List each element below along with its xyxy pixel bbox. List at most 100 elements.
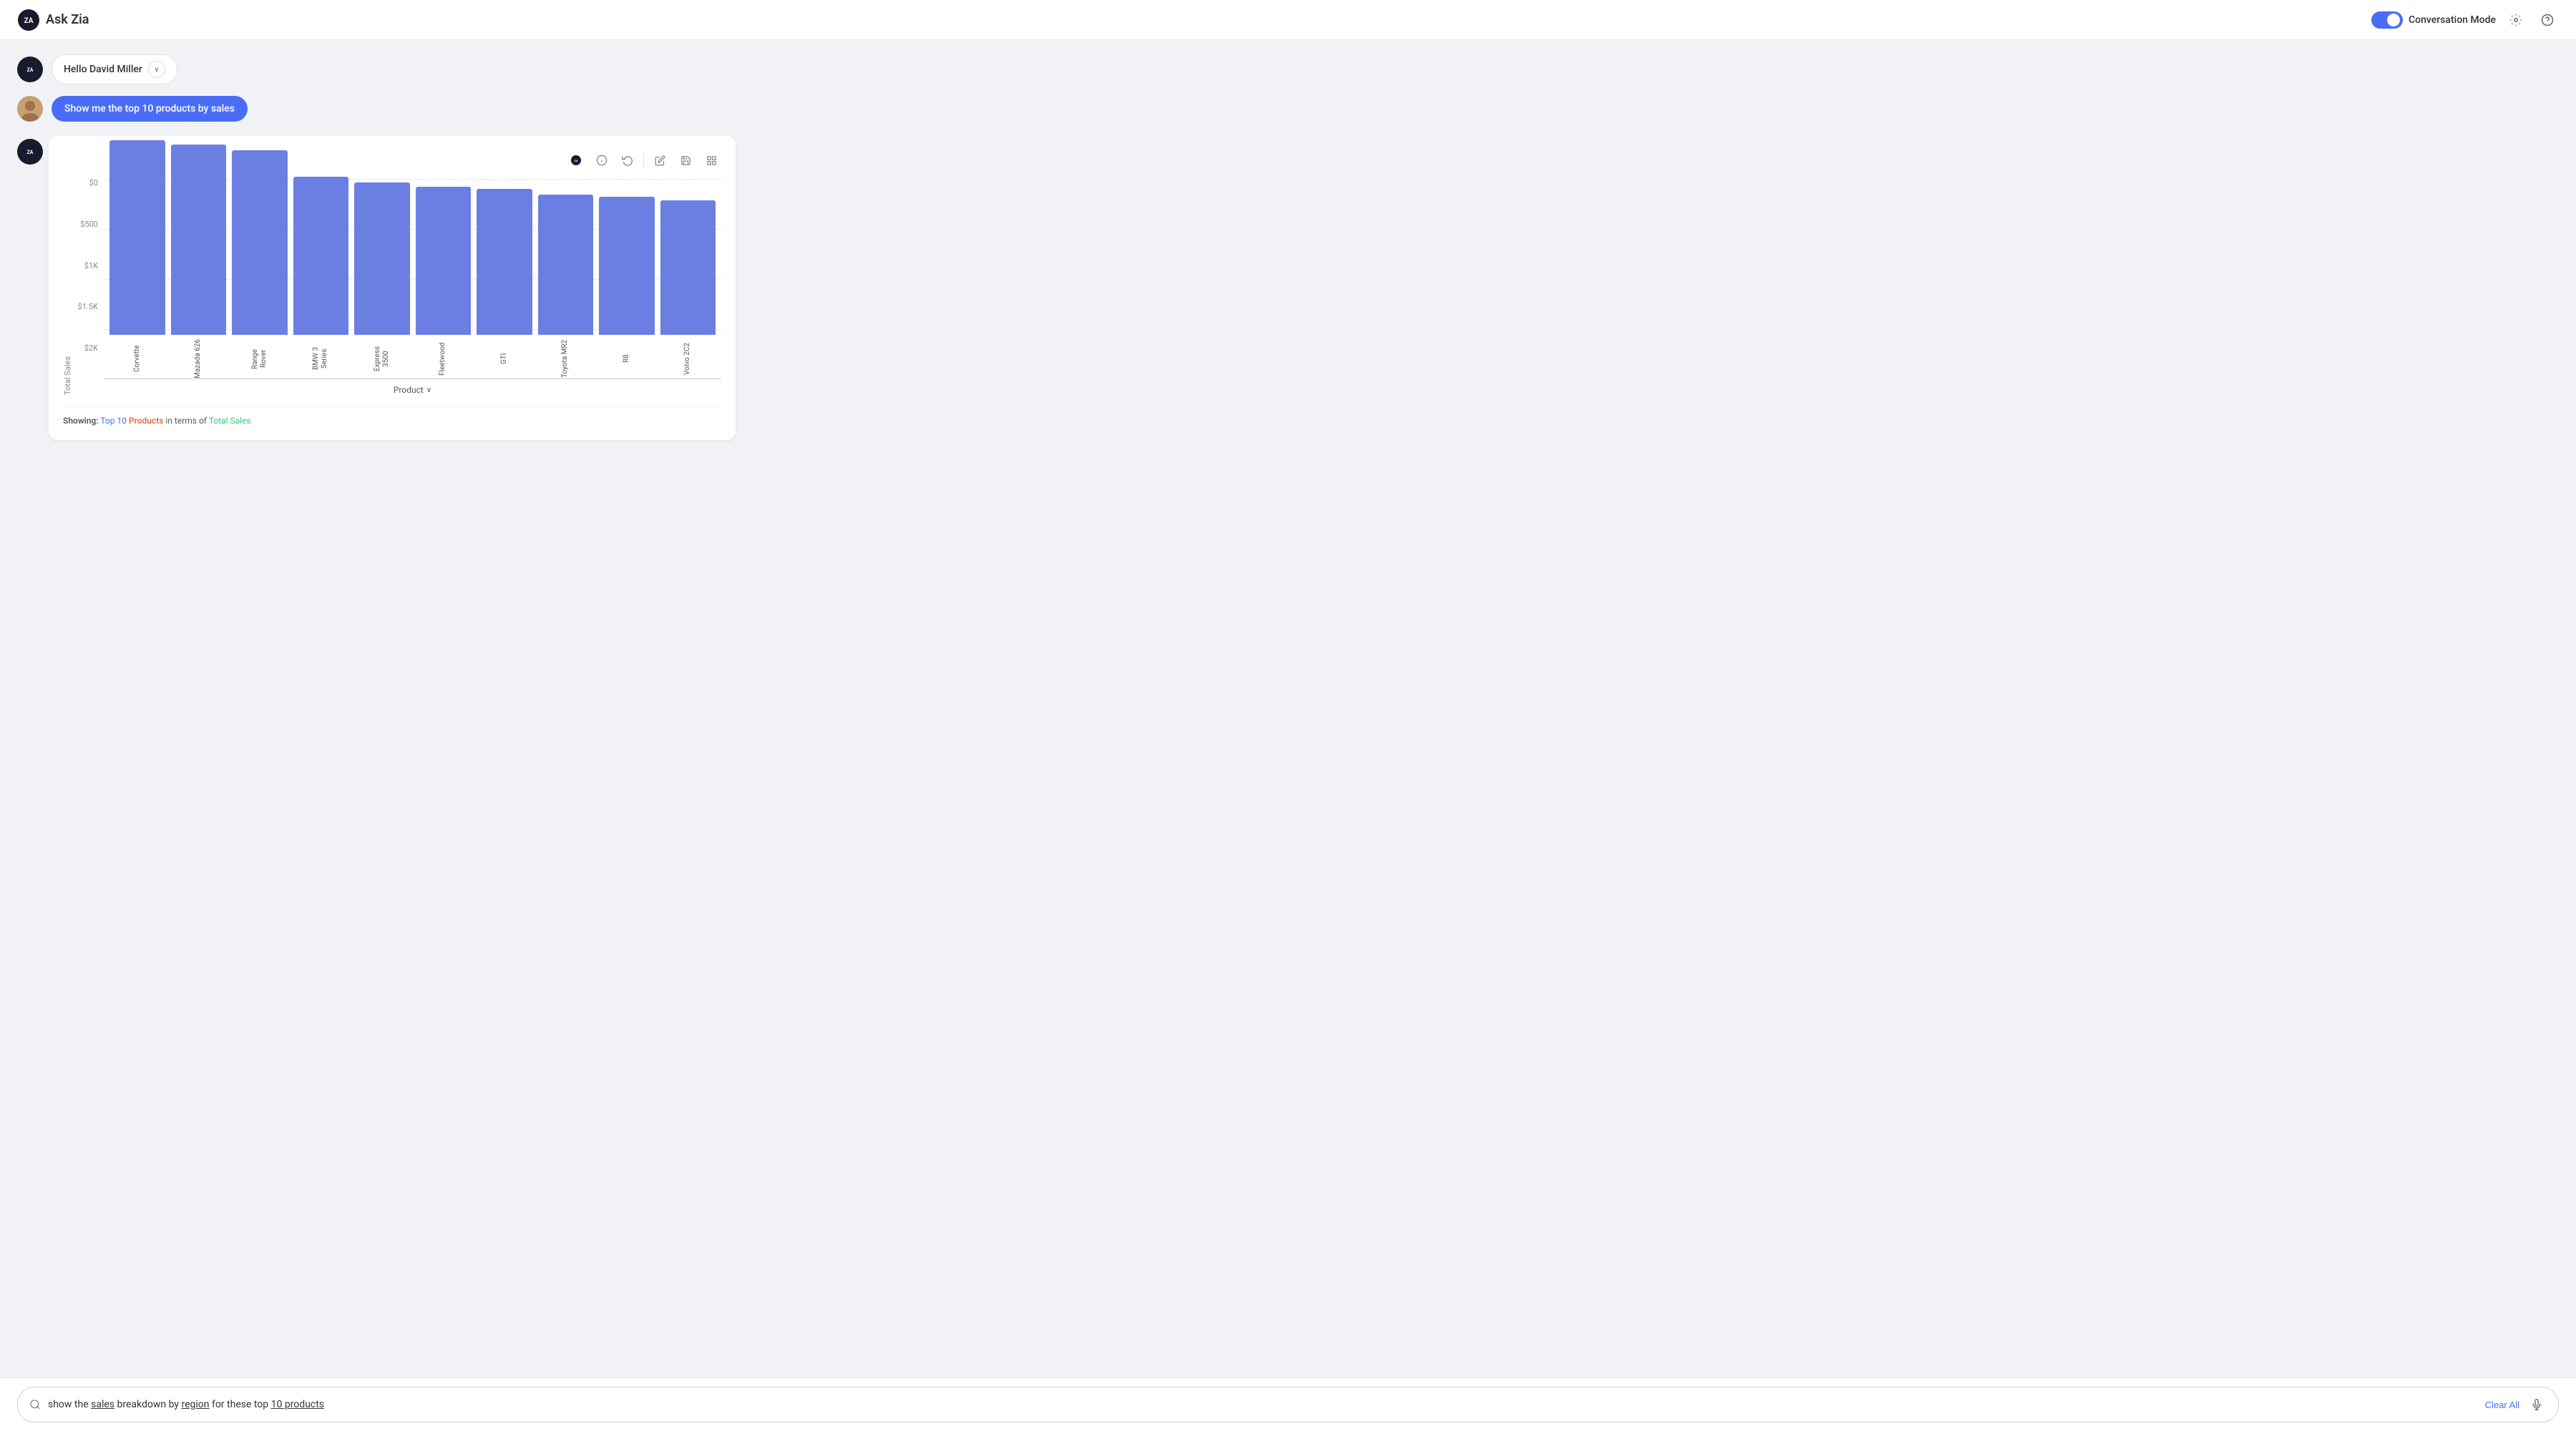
user-message-bubble: Show me the top 10 products by sales (52, 96, 248, 122)
greeting-text: Hello David Miller (64, 64, 142, 75)
svg-text:ZA: ZA (27, 67, 34, 73)
top10-label: Top 10 (100, 416, 127, 426)
bar-group: Corvette (109, 140, 165, 378)
bar-label: Corvette (133, 339, 142, 378)
conversation-mode-label: Conversation Mode (2409, 14, 2496, 26)
underlined-sales: sales (91, 1399, 114, 1410)
conversation-mode-toggle-container: Conversation Mode (2371, 11, 2496, 29)
bar-label: Volvo 2C2 (683, 339, 692, 378)
chart-zia-button[interactable]: ZA (566, 150, 586, 170)
bar-label: Toyota MR2 (561, 339, 570, 378)
zia-response-row: ZA ZA (17, 136, 2559, 451)
bars-row: Corvette Mazada 626 Range Rover BMW 3 Serie… (104, 179, 721, 379)
x-axis-label: Product (394, 385, 424, 395)
header-right: Conversation Mode (2371, 9, 2559, 31)
user-avatar (17, 96, 43, 122)
svg-text:ZA: ZA (27, 150, 34, 155)
x-axis-title: Product ∨ (104, 385, 721, 395)
grid-view-button[interactable] (701, 150, 721, 170)
greeting-chevron-button[interactable]: ∨ (148, 61, 165, 78)
settings-button[interactable] (2504, 9, 2527, 31)
search-bar: show the sales breakdown by region for t… (17, 1387, 2559, 1422)
bar-item[interactable] (660, 200, 716, 335)
history-button[interactable] (618, 150, 638, 170)
y-axis-labels: $2K $1.5K $1K $500 $0 (75, 179, 104, 395)
y-label-1: $1.5K (75, 303, 98, 311)
conversation-mode-toggle[interactable] (2371, 11, 2403, 29)
bar-label: Mazada 626 (194, 339, 203, 378)
toolbar-divider (643, 153, 644, 167)
y-axis-title: Total Sales (63, 179, 72, 395)
app-header: ZA Ask Zia Conversation Mode (0, 0, 2576, 40)
bar-group: BMW 3 Series (293, 177, 349, 378)
bar-label: BMW 3 Series (312, 339, 329, 378)
search-input[interactable]: show the sales breakdown by region for t… (48, 1399, 2478, 1410)
help-button[interactable] (2536, 9, 2559, 31)
bar-label: Express 3500 (374, 339, 391, 378)
chat-area: ZA Hello David Miller ∨ Show me the top … (0, 40, 2576, 1431)
bar-item[interactable] (477, 189, 532, 335)
bar-group: Range Rover (232, 150, 288, 378)
zia-chart-icon: ZA (570, 155, 582, 166)
bar-item[interactable] (354, 182, 410, 335)
x-axis-chevron-icon: ∨ (426, 386, 431, 394)
bar-item[interactable] (109, 140, 165, 335)
bar-item[interactable] (232, 150, 288, 335)
grid-icon (706, 155, 717, 166)
greeting-bubble: Hello David Miller ∨ (52, 54, 177, 84)
bar-group: Fleetwood (416, 187, 472, 378)
header-left: ZA Ask Zia (17, 9, 89, 31)
underlined-region: region (181, 1399, 209, 1410)
clear-all-button[interactable]: Clear All (2485, 1400, 2519, 1410)
showing-label: Showing: (63, 416, 99, 426)
bar-label: GTI (500, 339, 509, 378)
user-message-text: Show me the top 10 products by sales (64, 103, 235, 114)
pencil-icon (655, 155, 665, 166)
underlined-10products: 10 products (271, 1399, 324, 1410)
zia-response-avatar: ZA (17, 139, 43, 165)
bar-group: GTI (477, 189, 532, 378)
microphone-button[interactable] (2527, 1395, 2547, 1415)
bar-item[interactable] (293, 177, 349, 335)
chart-inner: Corvette Mazada 626 Range Rover BMW 3 Serie… (104, 179, 721, 395)
bar-item[interactable] (538, 195, 594, 335)
bar-group: Volvo 2C2 (660, 200, 716, 378)
bar-chart: Total Sales $2K $1.5K $1K $500 $0 (63, 179, 721, 395)
app-title: Ask Zia (46, 12, 89, 27)
info-button[interactable] (592, 150, 612, 170)
edit-button[interactable] (650, 150, 670, 170)
chart-footer: Showing: Top 10 Products in terms of Tot… (63, 406, 721, 426)
in-terms-of-text: in terms of (165, 416, 207, 426)
gear-icon (2509, 14, 2522, 26)
search-bar-container: show the sales breakdown by region for t… (0, 1377, 2576, 1431)
bar-group: Mazada 626 (171, 145, 227, 378)
bar-group: R8 (599, 197, 655, 378)
bar-item[interactable] (599, 197, 655, 335)
bar-group: Toyota MR2 (538, 195, 594, 378)
y-label-0: $2K (75, 344, 98, 352)
chart-card: ZA (49, 136, 736, 440)
bar-group: Express 3500 (354, 182, 410, 378)
zia-avatar: ZA (17, 57, 43, 82)
bar-item[interactable] (171, 145, 227, 335)
products-label: Products (129, 416, 163, 426)
mic-icon (2531, 1399, 2542, 1410)
zia-logo-icon: ZA (17, 9, 40, 31)
bar-label: R8 (623, 339, 631, 378)
info-icon (596, 155, 608, 166)
bar-item[interactable] (416, 187, 472, 335)
history-icon (622, 155, 633, 166)
bar-label: Range Rover (251, 339, 268, 378)
zia-greeting-row: ZA Hello David Miller ∨ (17, 54, 2559, 84)
y-label-3: $500 (75, 220, 98, 228)
svg-text:ZA: ZA (574, 159, 577, 162)
chevron-down-icon: ∨ (154, 66, 159, 74)
save-icon (680, 155, 691, 166)
question-icon (2541, 14, 2554, 26)
y-label-2: $1K (75, 262, 98, 270)
user-message-row: Show me the top 10 products by sales (17, 96, 2559, 122)
bar-label: Fleetwood (439, 339, 447, 378)
save-button[interactable] (675, 150, 696, 170)
search-icon (29, 1399, 41, 1410)
total-sales-label: Total Sales (209, 416, 251, 426)
